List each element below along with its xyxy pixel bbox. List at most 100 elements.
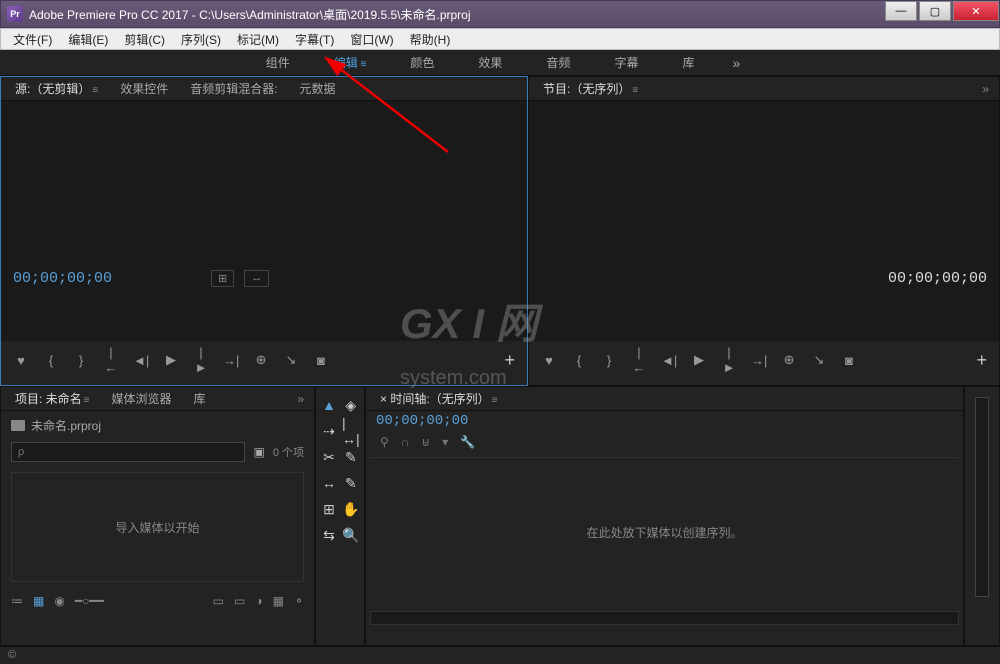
tab-audio-mixer[interactable]: 音频剪辑混合器: <box>186 78 281 99</box>
marker-icon[interactable]: ♥ <box>13 353 29 368</box>
go-to-in-icon[interactable]: |← <box>103 345 119 375</box>
chevron-icon[interactable]: » <box>297 392 304 406</box>
tab-source[interactable]: 源:（无剪辑）≡ <box>11 78 102 99</box>
step-forward-icon[interactable]: |► <box>721 345 737 375</box>
rolling-edit-tool-icon[interactable]: |↔| <box>342 421 360 441</box>
selection-tool-icon[interactable]: ▲ <box>322 395 336 415</box>
source-timecode[interactable]: 00;00;00;00 <box>13 270 112 287</box>
step-back-icon[interactable]: ◄| <box>661 353 677 368</box>
menu-file[interactable]: 文件(F) <box>5 29 60 50</box>
menu-marker[interactable]: 标记(M) <box>229 29 287 50</box>
ws-tab-audio[interactable]: 音频 <box>540 50 576 75</box>
in-point-icon[interactable]: { <box>571 353 587 368</box>
icon-view-icon[interactable]: ▦ <box>33 594 44 608</box>
main-area: 源:（无剪辑）≡ 效果控件 音频剪辑混合器: 元数据 00;00;00;00 ⊞… <box>0 76 1000 646</box>
tab-libraries[interactable]: 库 <box>190 388 210 409</box>
add-marker-icon[interactable]: ⊎ <box>421 435 430 449</box>
ws-tab-titles[interactable]: 字幕 <box>608 50 644 75</box>
ws-tab-color[interactable]: 颜色 <box>404 50 440 75</box>
ws-tab-libraries[interactable]: 库 <box>676 50 700 75</box>
step-forward-icon[interactable]: |► <box>193 345 209 375</box>
type-tool-icon[interactable]: ⇆ <box>322 525 336 545</box>
timeline-timecode[interactable]: 00;00;00;00 <box>366 411 963 431</box>
sort-icon[interactable]: ▭ <box>213 594 224 608</box>
out-point-icon[interactable]: } <box>601 353 617 368</box>
list-view-icon[interactable]: ≔ <box>11 594 23 608</box>
timeline-tools: ⚲ ∩ ⊎ ▾ 🔧 <box>366 431 963 453</box>
search-input[interactable] <box>11 442 245 462</box>
add-button-icon[interactable]: + <box>504 350 515 371</box>
source-panel-tabs: 源:（无剪辑）≡ 效果控件 音频剪辑混合器: 元数据 <box>1 77 527 101</box>
automate-icon[interactable]: ▭ <box>234 594 245 608</box>
import-drop-zone[interactable]: 导入媒体以开始 <box>11 472 304 582</box>
tab-project[interactable]: 项目: 未命名≡ <box>11 388 94 409</box>
wrench-icon[interactable]: 🔧 <box>460 435 475 449</box>
pen-tool-icon[interactable]: ✎ <box>342 473 360 493</box>
ripple-edit-tool-icon[interactable]: ⇢ <box>322 421 336 441</box>
in-point-icon[interactable]: { <box>43 353 59 368</box>
new-bin-icon[interactable]: ▦ <box>273 594 284 608</box>
ws-tab-assembly[interactable]: 组件 <box>260 50 296 75</box>
new-item-icon[interactable]: ⚬ <box>294 594 304 608</box>
ws-more-button[interactable]: » <box>732 55 740 71</box>
filter-icon[interactable]: ▣ <box>253 445 264 459</box>
linked-selection-icon[interactable]: ∩ <box>401 435 410 449</box>
project-panel-tabs: 项目: 未命名≡ 媒体浏览器 库 » <box>1 387 314 411</box>
slip-tool-icon[interactable]: ✎ <box>342 447 360 467</box>
add-button-icon[interactable]: + <box>976 350 987 371</box>
menu-window[interactable]: 窗口(W) <box>342 29 401 50</box>
step-button[interactable]: ↔ <box>244 270 269 287</box>
find-icon[interactable]: ◑ <box>255 594 262 608</box>
hand-tool-icon[interactable]: ✋ <box>342 499 360 519</box>
ws-tab-editing[interactable]: 编辑 <box>328 50 373 75</box>
tools-panel: ▲ ◈ ⇢ |↔| ✂ ✎ ↔ ✎ ⊞ ✋ ⇆ 🔍 <box>315 386 365 646</box>
workspace-bar: 组件 编辑 颜色 效果 音频 字幕 库 » <box>0 50 1000 76</box>
go-to-out-icon[interactable]: →| <box>751 353 767 368</box>
tab-metadata[interactable]: 元数据 <box>296 78 340 99</box>
lift-icon[interactable]: ⊕ <box>781 352 797 368</box>
play-icon[interactable]: ▶ <box>691 352 707 368</box>
program-timecode[interactable]: 00;00;00;00 <box>888 270 987 287</box>
tab-media-browser[interactable]: 媒体浏览器 <box>108 388 176 409</box>
go-to-in-icon[interactable]: |← <box>631 345 647 375</box>
timeline-panel: × 时间轴:（无序列）≡ 00;00;00;00 ⚲ ∩ ⊎ ▾ 🔧 在此处放下… <box>365 386 964 646</box>
timeline-scrollbar[interactable] <box>370 611 959 625</box>
tab-timeline[interactable]: × 时间轴:（无序列）≡ <box>376 388 502 409</box>
play-icon[interactable]: ▶ <box>163 352 179 368</box>
step-back-icon[interactable]: ◄| <box>133 353 149 368</box>
marker-icon[interactable]: ♥ <box>541 353 557 368</box>
tab-effect-controls[interactable]: 效果控件 <box>116 78 172 99</box>
source-monitor-panel: 源:（无剪辑）≡ 效果控件 音频剪辑混合器: 元数据 00;00;00;00 ⊞… <box>0 76 528 386</box>
export-frame-icon[interactable]: ◙ <box>841 353 857 368</box>
timeline-settings-icon[interactable]: ▾ <box>442 435 448 449</box>
overwrite-icon[interactable]: ↘ <box>283 352 299 368</box>
freeform-view-icon[interactable]: ◉ <box>54 594 64 608</box>
chevron-icon[interactable]: » <box>982 82 989 96</box>
zoom-slider[interactable]: ━○━━ <box>75 594 104 608</box>
window-buttons: — ▢ ✕ <box>883 1 999 27</box>
minimize-button[interactable]: — <box>885 1 917 21</box>
menu-sequence[interactable]: 序列(S) <box>173 29 229 50</box>
menu-edit[interactable]: 编辑(E) <box>60 29 116 50</box>
close-button[interactable]: ✕ <box>953 1 999 21</box>
snap-icon[interactable]: ⚲ <box>380 435 389 449</box>
extract-icon[interactable]: ↘ <box>811 352 827 368</box>
ws-tab-effects[interactable]: 效果 <box>472 50 508 75</box>
tab-program[interactable]: 节目:（无序列）≡ <box>539 78 642 99</box>
timeline-drop-zone[interactable]: 在此处放下媒体以创建序列。 <box>370 457 959 607</box>
razor-tool-icon[interactable]: ✂ <box>322 447 336 467</box>
rectangle-tool-icon[interactable]: ⊞ <box>322 499 336 519</box>
menu-clip[interactable]: 剪辑(C) <box>116 29 173 50</box>
export-frame-icon[interactable]: ◙ <box>313 353 329 368</box>
out-point-icon[interactable]: } <box>73 353 89 368</box>
menu-title[interactable]: 字幕(T) <box>287 29 342 50</box>
maximize-button[interactable]: ▢ <box>919 1 951 21</box>
insert-icon[interactable]: ⊕ <box>253 352 269 368</box>
go-to-out-icon[interactable]: →| <box>223 353 239 368</box>
menu-help[interactable]: 帮助(H) <box>402 29 459 50</box>
zoom-tool-icon[interactable]: 🔍 <box>342 525 360 545</box>
track-select-tool-icon[interactable]: ◈ <box>342 395 360 415</box>
slide-tool-icon[interactable]: ↔ <box>322 473 336 493</box>
audio-meters-body <box>965 387 999 645</box>
fit-button[interactable]: ⊞ <box>211 270 234 287</box>
